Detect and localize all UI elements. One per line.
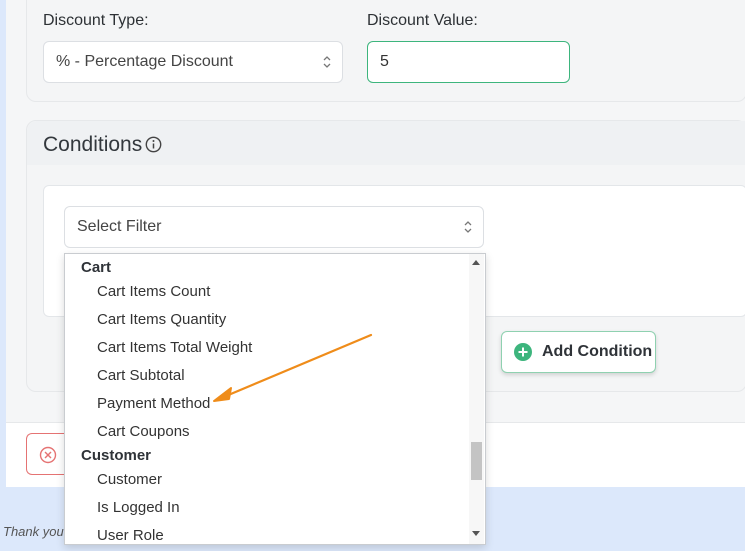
footer-thanks-text: Thank you xyxy=(3,524,64,539)
updown-icon xyxy=(464,221,472,233)
dropdown-item[interactable]: Cart Subtotal xyxy=(97,367,185,384)
dropdown-scroll-thumb[interactable] xyxy=(471,442,482,480)
plus-circle-icon xyxy=(514,343,532,361)
dropdown-group-customer: Customer xyxy=(81,447,152,464)
dropdown-item[interactable]: Cart Items Total Weight xyxy=(97,339,252,356)
dropdown-item[interactable]: Is Logged In xyxy=(97,499,180,516)
close-circle-icon xyxy=(39,446,57,464)
discount-type-label: Discount Type: xyxy=(43,12,149,29)
add-condition-label: Add Condition xyxy=(542,343,653,360)
discount-value-label: Discount Value: xyxy=(367,12,478,29)
scroll-down-icon[interactable] xyxy=(472,531,480,536)
dropdown-scrollbar[interactable] xyxy=(469,254,484,544)
dropdown-group-cart: Cart xyxy=(81,259,112,276)
dropdown-item-payment-method[interactable]: Payment Method xyxy=(97,395,210,412)
filter-select[interactable]: Select Filter xyxy=(64,206,484,248)
discount-type-value: % - Percentage Discount xyxy=(56,53,233,70)
filter-dropdown[interactable]: Cart Cart Items Count Cart Items Quantit… xyxy=(64,253,486,545)
filter-placeholder: Select Filter xyxy=(77,218,162,235)
dropdown-item[interactable]: User Role xyxy=(97,527,164,544)
scroll-up-icon[interactable] xyxy=(472,260,480,265)
info-icon[interactable] xyxy=(145,136,162,153)
dropdown-item[interactable]: Cart Coupons xyxy=(97,423,190,440)
discount-value-input[interactable] xyxy=(367,41,570,83)
conditions-title: Conditions xyxy=(43,133,143,156)
updown-icon xyxy=(323,56,331,68)
dropdown-item[interactable]: Cart Items Count xyxy=(97,283,210,300)
dropdown-item[interactable]: Customer xyxy=(97,471,162,488)
discount-type-select[interactable]: % - Percentage Discount xyxy=(43,41,343,83)
dropdown-item[interactable]: Cart Items Quantity xyxy=(97,311,226,328)
add-condition-button[interactable]: Add Condition xyxy=(501,331,656,373)
